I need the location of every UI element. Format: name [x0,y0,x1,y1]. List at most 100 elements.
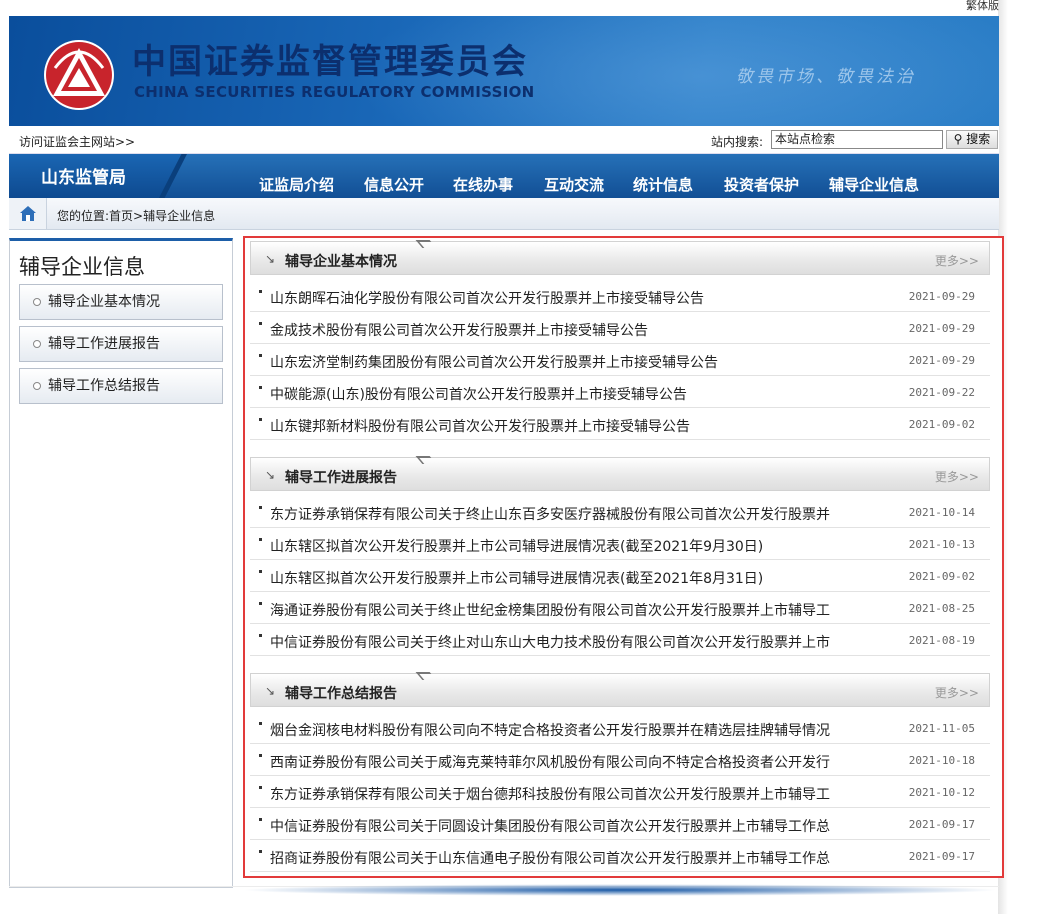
list-item-date: 2021-10-13 [908,538,975,551]
tab-notch-decoration [415,672,437,680]
home-button[interactable] [9,198,47,229]
slogan: 敬畏市场、敬畏法治 [736,67,916,87]
breadcrumb-text: 您的位置:首页>辅导企业信息 [57,209,216,223]
list-item-date: 2021-09-17 [908,818,975,831]
bullet-icon [259,634,262,637]
search-label: 站内搜索: [711,135,764,149]
more-link[interactable]: 更多>> [935,684,979,701]
nav-item-statistics[interactable]: 统计信息 [633,174,693,195]
list-item-title[interactable]: 中信证券股份有限公司关于终止对山东山大电力技术股份有限公司首次公开发行股票并上市 [270,632,840,652]
list-item-title[interactable]: 山东宏济堂制药集团股份有限公司首次公开发行股票并上市接受辅导公告 [270,352,840,372]
bullet-icon [259,386,262,389]
list-item[interactable]: 中信证券股份有限公司关于同圆设计集团股份有限公司首次公开发行股票并上市辅导工作总… [250,808,990,840]
list-item-date: 2021-09-29 [908,354,975,367]
main-site-link[interactable]: 访问证监会主网站>> [19,133,135,150]
nav-item-tutoring-info[interactable]: 辅导企业信息 [829,174,919,195]
list-item[interactable]: 中碳能源(山东)股份有限公司首次公开发行股票并上市接受辅导公告 2021-09-2… [250,376,990,408]
breadcrumb: 您的位置:首页>辅导企业信息 [9,198,999,230]
section-title: 辅导工作进展报告 [285,470,397,486]
list-item[interactable]: 山东键邦新材料股份有限公司首次公开发行股票并上市接受辅导公告 2021-09-02 [250,408,990,440]
top-bar: 繁体版 [9,0,999,16]
list-item-date: 2021-09-02 [908,418,975,431]
bullet-icon [259,602,262,605]
sidebar-item-label: 辅导工作进展报告 [48,336,160,352]
page: 繁体版 中国证券监督管理委员会 CHINA SECURITIES REGULAT… [0,0,1038,914]
tab-notch-decoration [415,456,437,464]
bullet-icon [259,354,262,357]
list-item-title[interactable]: 东方证券承销保荐有限公司关于烟台德邦科技股份有限公司首次公开发行股票并上市辅导工 [270,784,840,804]
list-item-title[interactable]: 山东键邦新材料股份有限公司首次公开发行股票并上市接受辅导公告 [270,416,840,436]
traditional-chinese-link[interactable]: 繁体版 [966,0,999,12]
magnifier-icon: ⚲ [953,132,963,146]
section-header-basic-info: ↘ 辅导企业基本情况 更多>> [250,240,990,275]
list-item-date: 2021-10-14 [908,506,975,519]
region-name[interactable]: 山东监管局 [41,163,126,188]
more-link[interactable]: 更多>> [935,468,979,485]
list-item[interactable]: 招商证券股份有限公司关于山东信通电子股份有限公司首次公开发行股票并上市辅导工作总… [250,840,990,872]
list-item[interactable]: 西南证券股份有限公司关于威海克莱特菲尔风机股份有限公司向不特定合格投资者公开发行… [250,744,990,776]
bullet-icon [259,290,262,293]
circle-bullet-icon [33,340,41,348]
bullet-icon [259,322,262,325]
list-item-title[interactable]: 山东辖区拟首次公开发行股票并上市公司辅导进展情况表(截至2021年9月30日) [270,536,840,556]
list-item-date: 2021-09-02 [908,570,975,583]
section-title: 辅导工作总结报告 [285,686,397,702]
sidebar-item-summary-report[interactable]: 辅导工作总结报告 [19,368,223,404]
nav-item-investor-protection[interactable]: 投资者保护 [724,174,799,195]
list-item-title[interactable]: 中碳能源(山东)股份有限公司首次公开发行股票并上市接受辅导公告 [270,384,840,404]
list-item-title[interactable]: 西南证券股份有限公司关于威海克莱特菲尔风机股份有限公司向不特定合格投资者公开发行 [270,752,840,772]
list-item[interactable]: 山东辖区拟首次公开发行股票并上市公司辅导进展情况表(截至2021年9月30日) 2… [250,528,990,560]
list-item[interactable]: 山东辖区拟首次公开发行股票并上市公司辅导进展情况表(截至2021年8月31日) 2… [250,560,990,592]
list-item-date: 2021-10-12 [908,786,975,799]
nav-item-disclosure[interactable]: 信息公开 [364,174,424,195]
tab-notch-decoration [415,240,437,248]
sidebar-item-progress-report[interactable]: 辅导工作进展报告 [19,326,223,362]
bullet-icon [259,850,262,853]
bullet-icon [259,538,262,541]
sidebar-item-basic-info[interactable]: 辅导企业基本情况 [19,284,223,320]
more-link[interactable]: 更多>> [935,252,979,269]
bullet-icon [259,754,262,757]
list-item-date: 2021-09-17 [908,850,975,863]
list-item-title[interactable]: 烟台金润核电材料股份有限公司向不特定合格投资者公开发行股票并在精选层挂牌辅导情况 [270,720,840,740]
list-item-date: 2021-10-18 [908,754,975,767]
list-item-title[interactable]: 东方证券承销保荐有限公司关于终止山东百多安医疗器械股份有限公司首次公开发行股票并 [270,504,840,524]
sidebar-item-label: 辅导企业基本情况 [48,294,160,310]
list-item[interactable]: 金成技术股份有限公司首次公开发行股票并上市接受辅导公告 2021-09-29 [250,312,990,344]
search-input[interactable]: 本站点检索 [771,130,943,149]
list-item-title[interactable]: 中信证券股份有限公司关于同圆设计集团股份有限公司首次公开发行股票并上市辅导工作总 [270,816,840,836]
list-item[interactable]: 山东朗晖石油化学股份有限公司首次公开发行股票并上市接受辅导公告 2021-09-2… [250,280,990,312]
list-item-date: 2021-09-29 [908,322,975,335]
home-icon [20,206,36,221]
nav-item-interaction[interactable]: 互动交流 [544,174,604,195]
list-item-title[interactable]: 山东辖区拟首次公开发行股票并上市公司辅导进展情况表(截至2021年8月31日) [270,568,840,588]
list-item-date: 2021-11-05 [908,722,975,735]
bullet-icon [259,418,262,421]
csrc-logo-icon[interactable] [41,38,117,112]
site-title-cn: 中国证券监督管理委员会 [132,42,528,82]
list-item-title[interactable]: 金成技术股份有限公司首次公开发行股票并上市接受辅导公告 [270,320,840,340]
section-header-progress-report: ↘ 辅导工作进展报告 更多>> [250,456,990,491]
list-item[interactable]: 烟台金润核电材料股份有限公司向不特定合格投资者公开发行股票并在精选层挂牌辅导情况… [250,712,990,744]
list-item[interactable]: 山东宏济堂制药集团股份有限公司首次公开发行股票并上市接受辅导公告 2021-09-… [250,344,990,376]
search-button[interactable]: ⚲ 搜索 [946,130,998,149]
circle-bullet-icon [33,298,41,306]
list-item-title[interactable]: 招商证券股份有限公司关于山东信通电子股份有限公司首次公开发行股票并上市辅导工作总 [270,848,840,868]
list-item[interactable]: 海通证券股份有限公司关于终止世纪金榜集团股份有限公司首次公开发行股票并上市辅导工… [250,592,990,624]
list-item-title[interactable]: 山东朗晖石油化学股份有限公司首次公开发行股票并上市接受辅导公告 [270,288,840,308]
list-item-title[interactable]: 海通证券股份有限公司关于终止世纪金榜集团股份有限公司首次公开发行股票并上市辅导工 [270,600,840,620]
main-nav: 山东监管局 证监局介绍 信息公开 在线办事 互动交流 统计信息 投资者保护 辅导… [9,154,999,198]
nav-item-intro[interactable]: 证监局介绍 [259,174,334,195]
circle-bullet-icon [33,382,41,390]
list-item[interactable]: 东方证券承销保荐有限公司关于终止山东百多安医疗器械股份有限公司首次公开发行股票并… [250,496,990,528]
nav-item-online-service[interactable]: 在线办事 [453,174,513,195]
footer-glow-line [240,884,1000,896]
arrow-icon: ↘ [265,468,276,482]
section-header-summary-report: ↘ 辅导工作总结报告 更多>> [250,672,990,707]
arrow-icon: ↘ [265,684,276,698]
list-item[interactable]: 东方证券承销保荐有限公司关于烟台德邦科技股份有限公司首次公开发行股票并上市辅导工… [250,776,990,808]
list-item[interactable]: 中信证券股份有限公司关于终止对山东山大电力技术股份有限公司首次公开发行股票并上市… [250,624,990,656]
list-item-date: 2021-09-22 [908,386,975,399]
sidebar: 辅导企业信息 辅导企业基本情况 辅导工作进展报告 辅导工作总结报告 [9,238,233,888]
section-title: 辅导企业基本情况 [285,254,397,270]
